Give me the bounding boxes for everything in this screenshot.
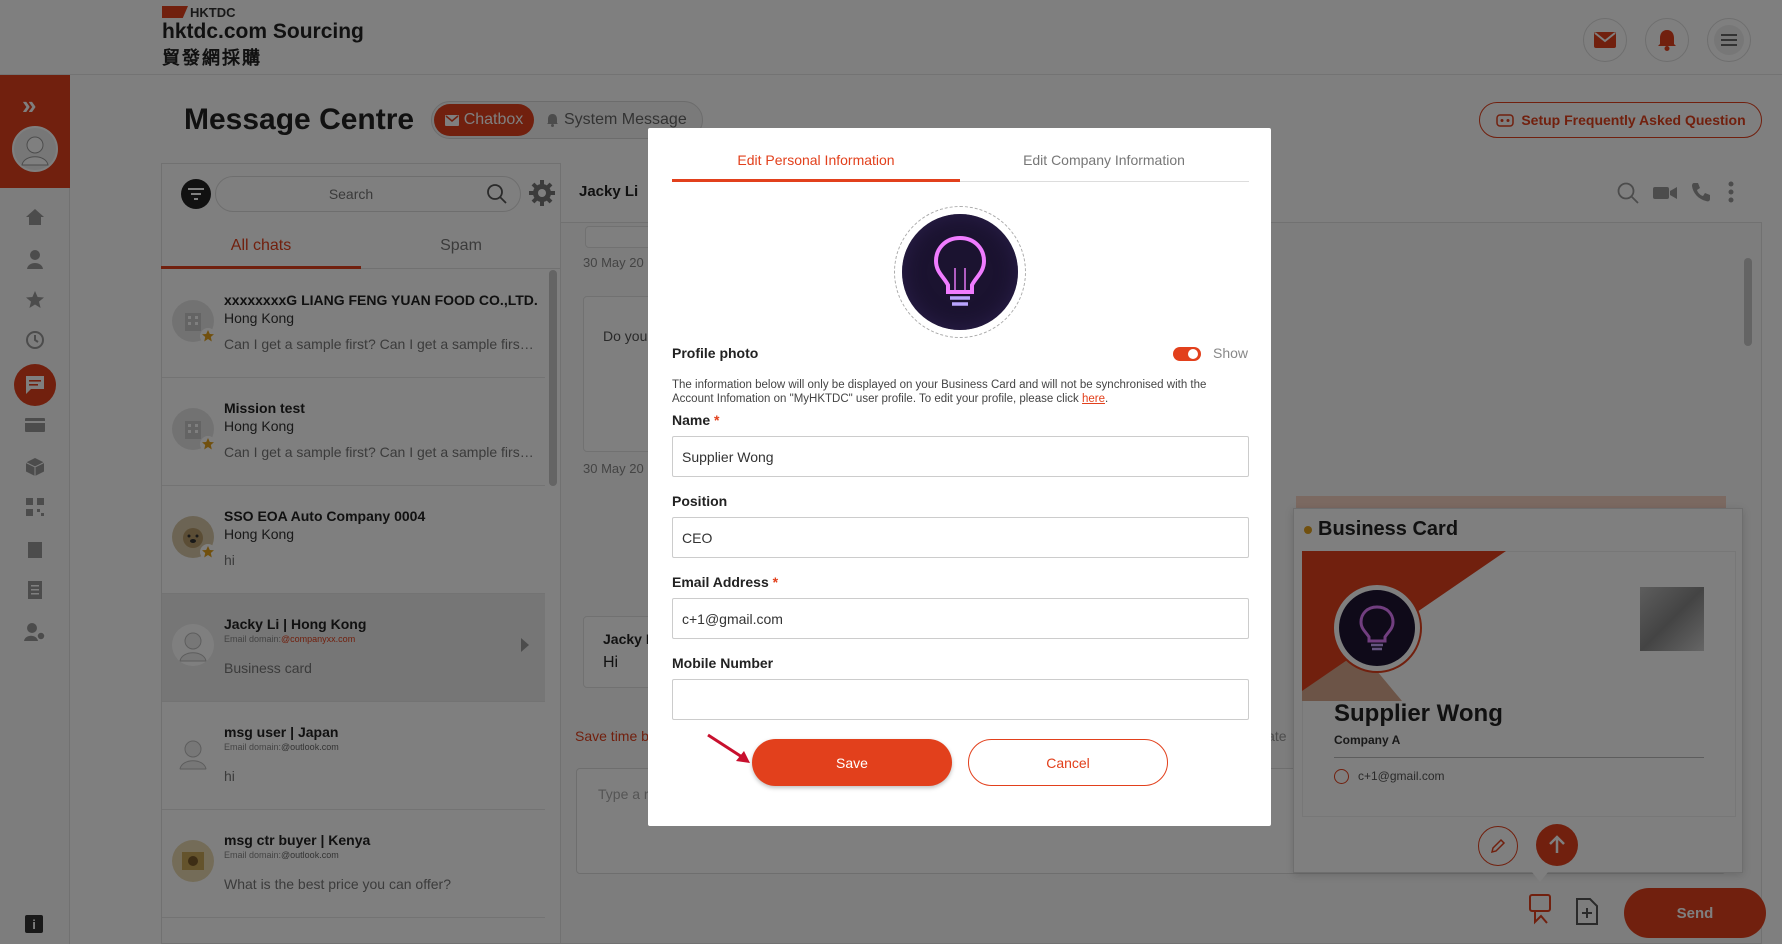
name-field[interactable] xyxy=(672,436,1249,477)
position-field[interactable] xyxy=(672,517,1249,558)
email-label: Email Address * xyxy=(672,574,778,590)
mobile-field[interactable] xyxy=(672,679,1249,720)
active-tab-indicator xyxy=(672,179,960,182)
tab-edit-personal-info[interactable]: Edit Personal Information xyxy=(672,146,960,180)
email-label-text: Email Address xyxy=(672,574,769,590)
pointer-arrow-icon xyxy=(707,733,750,763)
cancel-button[interactable]: Cancel xyxy=(968,739,1168,786)
profile-photo-upload[interactable] xyxy=(894,206,1026,338)
profile-photo-label: Profile photo xyxy=(672,345,759,361)
show-label: Show xyxy=(1213,345,1249,361)
info-notice: The information below will only be displ… xyxy=(672,378,1249,406)
position-label: Position xyxy=(672,493,728,509)
lightbulb-icon xyxy=(933,235,987,306)
required-mark: * xyxy=(714,412,720,428)
mobile-label: Mobile Number xyxy=(672,655,774,671)
info-notice-end: . xyxy=(1105,393,1109,405)
toggle-knob xyxy=(1188,349,1198,359)
save-button[interactable]: Save xyxy=(752,739,952,786)
name-label-text: Name xyxy=(672,412,711,428)
name-label: Name * xyxy=(672,412,719,428)
tab-edit-company-info[interactable]: Edit Company Information xyxy=(960,146,1248,180)
required-mark: * xyxy=(772,574,779,590)
profile-photo xyxy=(902,214,1018,330)
edit-profile-link[interactable]: here xyxy=(1082,393,1105,405)
info-notice-text: The information below will only be displ… xyxy=(672,379,1207,405)
email-field[interactable] xyxy=(672,598,1249,639)
